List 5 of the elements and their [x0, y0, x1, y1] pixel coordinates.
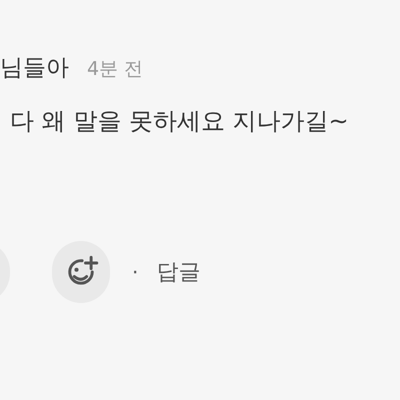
comment-time: 4분 전: [87, 57, 144, 82]
author-name[interactable]: 님들아: [0, 52, 69, 83]
reply-button[interactable]: 답글: [156, 257, 200, 287]
comment-text: 다 왜 말을 못하세요 지나가길~: [9, 106, 350, 137]
separator-dot: ·: [132, 260, 138, 284]
